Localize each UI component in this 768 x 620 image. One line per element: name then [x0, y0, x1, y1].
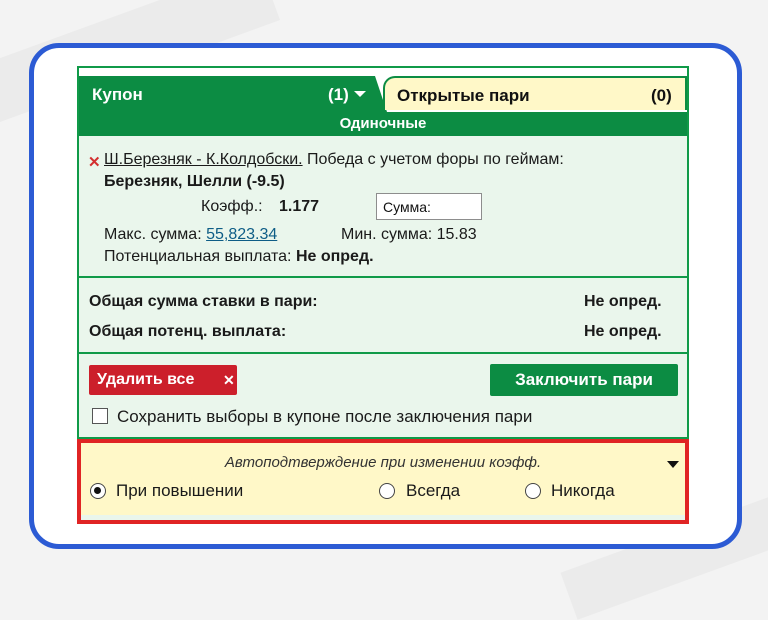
auto-confirm-title: Автоподтверждение при изменении коэфф. — [224, 454, 542, 471]
caret-down-icon[interactable] — [353, 91, 366, 97]
radio-always-label: Всегда — [406, 481, 461, 500]
max-amount-link[interactable]: 55,823.34 — [206, 226, 277, 243]
divider — [79, 276, 687, 278]
max-amount: Макс. сумма: 55,823.34 — [104, 226, 277, 244]
market-name: Победа с учетом форы по геймам: — [307, 151, 564, 168]
divider — [79, 437, 687, 439]
place-bet-button[interactable]: Заключить пари — [490, 364, 678, 396]
coupon-count: (1) — [328, 85, 349, 104]
radio-always[interactable] — [379, 483, 395, 499]
max-amount-label: Макс. сумма: — [104, 226, 202, 243]
payout-label: Потенциальная выплата: — [104, 248, 292, 265]
match-link[interactable]: Ш.Березняк - К.Колдобски. — [104, 151, 303, 168]
auto-confirm-panel: Автоподтверждение при изменении коэфф. П… — [79, 441, 687, 515]
total-stake-label: Общая сумма ставки в пари: — [89, 293, 318, 310]
selection-name: Березняк, Шелли (-9.5) — [104, 173, 285, 190]
tab-open-bets[interactable]: Открытые пари (0) — [383, 76, 687, 110]
min-amount-value: 15.83 — [436, 226, 477, 243]
keep-selections-label: Сохранить выборы в купоне после заключен… — [117, 407, 533, 426]
payout-value: Не опред. — [295, 248, 374, 265]
tab-bar: Купон (1) Открытые пари (0) — [79, 68, 687, 112]
min-amount: Мин. сумма: 15.83 — [341, 226, 477, 244]
bet-slip: Купон (1) Открытые пари (0) Одиночные ✕ … — [77, 66, 689, 523]
tab-coupon[interactable]: Купон (1) — [79, 76, 387, 112]
bet-line: Ш.Березняк - К.Колдобски. Победа с учето… — [104, 151, 564, 169]
delete-all-label: Удалить все — [97, 371, 195, 388]
min-amount-label: Мин. сумма: — [341, 226, 433, 243]
total-stake-value: Не опред. — [584, 293, 662, 310]
odds-value: 1.177 — [279, 198, 320, 215]
tab-open-label: Открытые пари — [397, 86, 530, 105]
radio-never-label: Никогда — [551, 481, 615, 500]
section-title: Одиночные — [79, 112, 687, 136]
delete-all-button[interactable]: Удалить все ✕ — [89, 365, 237, 395]
close-x-icon: ✕ — [223, 372, 235, 388]
tab-coupon-count: (1) — [328, 85, 366, 105]
potential-payout: Потенциальная выплата: Не опред. — [104, 248, 374, 266]
tab-open-count: (0) — [651, 86, 672, 105]
odds-label: Коэфф.: — [201, 198, 263, 215]
caret-down-icon[interactable] — [667, 461, 679, 468]
amount-input[interactable] — [376, 193, 482, 220]
radio-on-increase-label: При повышении — [116, 481, 244, 500]
close-x-icon[interactable]: ✕ — [88, 153, 101, 171]
tab-coupon-label: Купон — [92, 85, 143, 104]
total-payout-value: Не опред. — [584, 323, 662, 340]
total-payout-label: Общая потенц. выплата: — [89, 323, 287, 340]
radio-on-increase[interactable] — [90, 483, 106, 499]
divider — [79, 352, 687, 354]
keep-selections-checkbox[interactable] — [92, 408, 108, 424]
radio-never[interactable] — [525, 483, 541, 499]
